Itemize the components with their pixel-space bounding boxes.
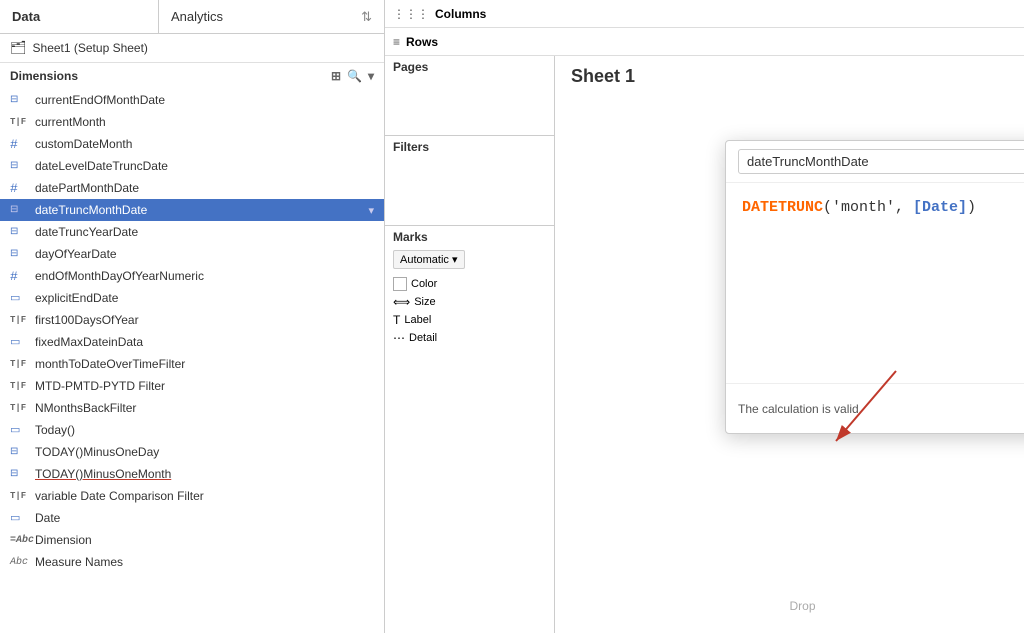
field-type-icon: Abc xyxy=(10,557,30,568)
field-type-icon: T|F xyxy=(10,381,30,391)
field-type-icon: T|F xyxy=(10,403,30,413)
function-args: ('month', xyxy=(823,199,913,216)
list-item[interactable]: ▭ fixedMaxDateinData xyxy=(0,331,384,353)
list-item[interactable]: ⊟ dateLevelDateTruncDate xyxy=(0,155,384,177)
field-name: dateTruncYearDate xyxy=(35,225,138,239)
field-type-icon: # xyxy=(10,269,30,284)
field-name: fixedMaxDateinData xyxy=(35,335,143,349)
list-item[interactable]: T|F NMonthsBackFilter xyxy=(0,397,384,419)
panel-header: Data Analytics ⇅ xyxy=(0,0,384,34)
field-name: dayOfYearDate xyxy=(35,247,117,261)
list-item[interactable]: T|F first100DaysOfYear xyxy=(0,309,384,331)
field-name: datePartMonthDate xyxy=(35,181,139,195)
field-type-icon: ⊟ xyxy=(10,446,30,458)
field-type-icon: ⊟ xyxy=(10,94,30,106)
list-item[interactable]: T|F variable Date Comparison Filter xyxy=(0,485,384,507)
field-type-icon: ▭ xyxy=(10,423,30,437)
field-name: Date xyxy=(35,511,60,525)
field-type-icon: ⊟ xyxy=(10,226,30,238)
list-item[interactable]: T|F monthToDateOverTimeFilter xyxy=(0,353,384,375)
list-item[interactable]: =Abc Dimension xyxy=(0,529,384,551)
right-panel: ⋮⋮⋮ Columns ≡ Rows Pages Filters Marks xyxy=(385,0,1024,633)
list-item[interactable]: ⊟ dateTruncMonthDate ▾ xyxy=(0,199,384,221)
dimensions-label: Dimensions xyxy=(10,69,78,83)
list-item[interactable]: Abc Measure Names xyxy=(0,551,384,573)
analytics-tab[interactable]: Analytics ⇅ xyxy=(159,0,384,33)
field-type-icon: T|F xyxy=(10,491,30,501)
closing-paren: ) xyxy=(967,199,976,216)
field-name: customDateMonth xyxy=(35,137,132,151)
field-name: monthToDateOverTimeFilter xyxy=(35,357,185,371)
dimensions-header: Dimensions ⊞ 🔍 ▾ xyxy=(0,63,384,89)
field-name: TODAY()MinusOneDay xyxy=(35,445,159,459)
list-item[interactable]: T|F MTD-PMTD-PYTD Filter xyxy=(0,375,384,397)
dialog-header: ✕ xyxy=(726,141,1024,183)
dropdown-arrow[interactable]: ▾ xyxy=(368,204,374,217)
field-name: MTD-PMTD-PYTD Filter xyxy=(35,379,165,393)
list-item[interactable]: # customDateMonth xyxy=(0,133,384,155)
list-item[interactable]: ▭ Today() xyxy=(0,419,384,441)
field-type-icon: ⊟ xyxy=(10,248,30,260)
dialog-body[interactable]: DATETRUNC('month', [Date]) xyxy=(726,183,1024,383)
search-icon[interactable]: 🔍 xyxy=(347,69,362,83)
field-name: dateTruncMonthDate xyxy=(35,203,147,217)
list-item[interactable]: ⊟ TODAY()MinusOneDay xyxy=(0,441,384,463)
field-type-icon: T|F xyxy=(10,359,30,369)
grid-icon[interactable]: ⊞ xyxy=(331,69,341,83)
field-type-icon: # xyxy=(10,181,30,196)
list-item[interactable]: ⊟ dayOfYearDate xyxy=(0,243,384,265)
field-type-icon: ⊟ xyxy=(10,204,30,216)
sheet-icon: 🗂 xyxy=(10,40,27,56)
data-tab-label: Data xyxy=(12,9,40,24)
field-name: NMonthsBackFilter xyxy=(35,401,136,415)
sort-icon: ⇅ xyxy=(361,9,372,25)
field-type-icon: ⊟ xyxy=(10,468,30,480)
field-name: endOfMonthDayOfYearNumeric xyxy=(35,269,204,283)
field-type-icon: ⊟ xyxy=(10,160,30,172)
dialog-overlay: ✕ DATETRUNC('month', [Date]) xyxy=(385,0,1024,633)
field-name: explicitEndDate xyxy=(35,291,118,305)
more-icon[interactable]: ▾ xyxy=(368,69,374,83)
left-panel: Data Analytics ⇅ 🗂 Sheet1 (Setup Sheet) … xyxy=(0,0,385,633)
data-tab[interactable]: Data xyxy=(0,0,159,33)
field-name: currentMonth xyxy=(35,115,106,129)
field-type-icon: =Abc xyxy=(10,535,30,546)
list-item[interactable]: # endOfMonthDayOfYearNumeric xyxy=(0,265,384,287)
sheet-name: Sheet1 (Setup Sheet) xyxy=(33,41,148,55)
field-type-icon: ▭ xyxy=(10,511,30,525)
field-type-icon: # xyxy=(10,137,30,152)
field-reference: [Date] xyxy=(913,199,967,216)
list-item[interactable]: ⊟ dateTruncYearDate xyxy=(0,221,384,243)
list-item[interactable]: T|F currentMonth xyxy=(0,111,384,133)
sheet-row[interactable]: 🗂 Sheet1 (Setup Sheet) xyxy=(0,34,384,63)
function-name: DATETRUNC xyxy=(742,199,823,216)
field-name: Measure Names xyxy=(35,555,123,569)
field-name: variable Date Comparison Filter xyxy=(35,489,204,503)
field-type-icon: ▭ xyxy=(10,335,30,349)
field-name: TODAY()MinusOneMonth xyxy=(35,467,171,481)
dialog-footer: The calculation is valid. Apply OK xyxy=(726,383,1024,433)
field-list: ⊟ currentEndOfMonthDate T|F currentMonth… xyxy=(0,89,384,633)
field-name: Dimension xyxy=(35,533,92,547)
field-name: Today() xyxy=(35,423,75,437)
field-type-icon: ▭ xyxy=(10,291,30,305)
validation-message: The calculation is valid. xyxy=(738,402,862,416)
field-type-icon: T|F xyxy=(10,117,30,127)
calculation-name-input[interactable] xyxy=(738,149,1024,174)
field-name: dateLevelDateTruncDate xyxy=(35,159,168,173)
list-item[interactable]: ▭ explicitEndDate xyxy=(0,287,384,309)
list-item[interactable]: ⊟ currentEndOfMonthDate xyxy=(0,89,384,111)
list-item[interactable]: # datePartMonthDate xyxy=(0,177,384,199)
calculated-field-dialog: ✕ DATETRUNC('month', [Date]) xyxy=(725,140,1024,434)
field-type-icon: T|F xyxy=(10,315,30,325)
field-name: currentEndOfMonthDate xyxy=(35,93,165,107)
dimensions-icons: ⊞ 🔍 ▾ xyxy=(331,69,374,83)
field-name: first100DaysOfYear xyxy=(35,313,139,327)
list-item[interactable]: ▭ Date xyxy=(0,507,384,529)
list-item[interactable]: ⊟ TODAY()MinusOneMonth xyxy=(0,463,384,485)
analytics-tab-label: Analytics xyxy=(171,9,223,24)
